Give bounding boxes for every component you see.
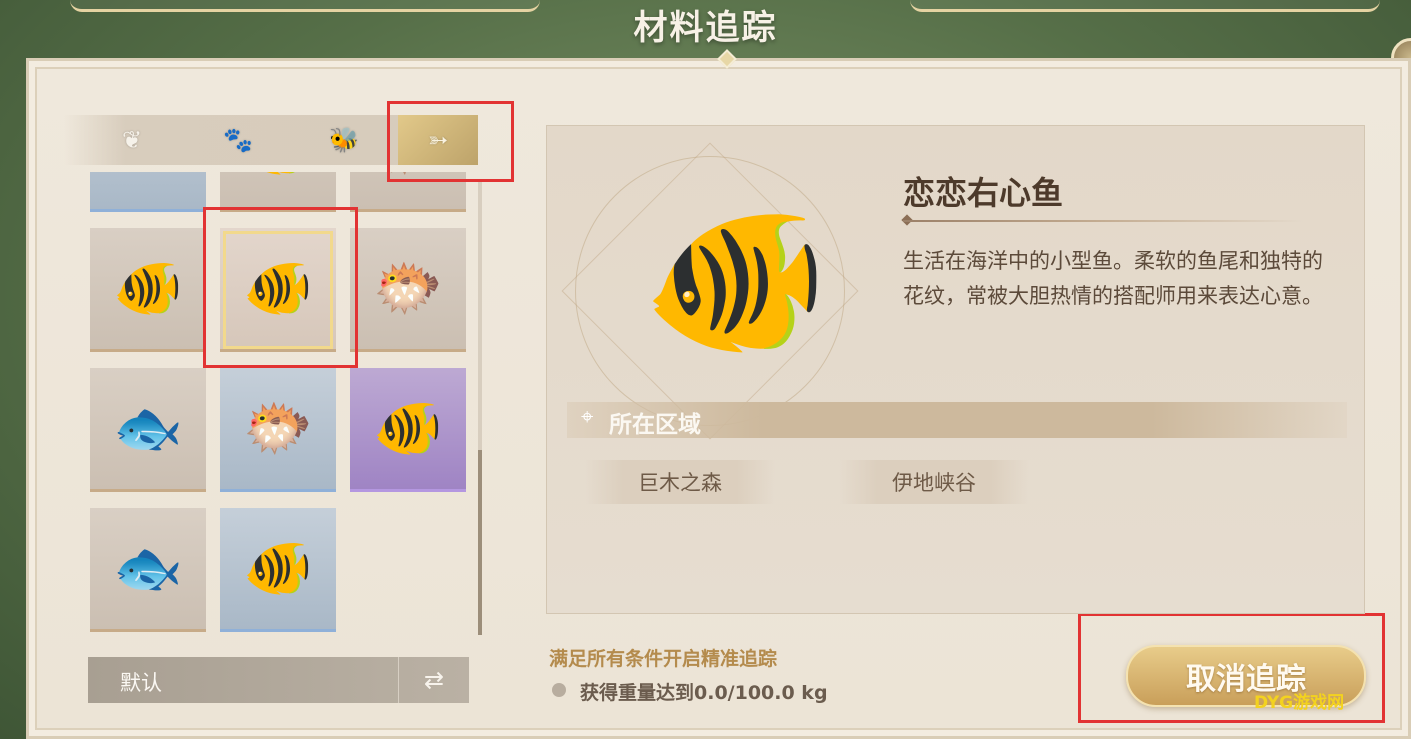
- fish-detail-panel: 🐠 恋恋右心鱼 生活在海洋中的小型鱼。柔软的鱼尾和独特的花纹，常被大胆热情的搭配…: [546, 125, 1365, 614]
- location-pin-icon: ⌖: [581, 405, 594, 430]
- tracking-conditions-title: 满足所有条件开启精准追踪: [549, 648, 778, 670]
- tab-plants[interactable]: ❦: [92, 115, 172, 165]
- fish-cell[interactable]: 🐠: [220, 172, 336, 212]
- fish-cell[interactable]: 🐠: [90, 228, 206, 352]
- paw-icon: 🐾: [223, 126, 253, 154]
- region-header: ⌖ 所在区域: [567, 402, 1347, 438]
- region-chip[interactable]: 巨木之森: [585, 460, 775, 504]
- scrollbar-thumb[interactable]: [478, 450, 482, 635]
- region-chip[interactable]: 伊地峡谷: [839, 460, 1029, 504]
- bee-icon: 🐝: [329, 126, 359, 154]
- fish-thumbnail-icon: 🐡: [243, 395, 313, 461]
- fish-name: 恋恋右心鱼: [903, 174, 1064, 212]
- fish-portrait-icon: 🐠: [642, 194, 829, 368]
- fish-thumbnail-icon: 🐟: [113, 395, 183, 461]
- fish-cell[interactable]: 🐠: [350, 368, 466, 492]
- fish-cell[interactable]: 🐡: [350, 228, 466, 352]
- condition-status-dot: [552, 683, 566, 697]
- grid-scrollbar[interactable]: [478, 180, 482, 635]
- fish-cell[interactable]: 🐠: [220, 508, 336, 632]
- fish-description: 生活在海洋中的小型鱼。柔软的鱼尾和独特的花纹，常被大胆热情的搭配师用来表达心意。: [903, 249, 1323, 308]
- tab-animals[interactable]: 🐾: [198, 115, 278, 165]
- sort-order-toggle[interactable]: ⇄: [398, 657, 469, 703]
- swap-arrows-icon: ⇄: [423, 666, 445, 694]
- fish-thumbnail-icon: 🐠: [243, 172, 313, 177]
- fish-cell[interactable]: 🐡: [220, 368, 336, 492]
- window-title: 材料追踪: [633, 8, 778, 48]
- sort-label: 默认: [120, 671, 162, 695]
- fish-thumbnail-icon: 🐠: [113, 255, 183, 321]
- fish-thumbnail-icon: 🐡: [373, 255, 443, 321]
- leaf-icon: ❦: [121, 126, 143, 154]
- fish-thumbnail-icon: 🐟: [113, 172, 183, 177]
- fish-thumbnail-icon: 🐠: [243, 535, 313, 601]
- highlight-box-selected-fish: [203, 207, 358, 368]
- watermark-text: DYG游戏网: [1254, 693, 1345, 713]
- name-divider: [903, 220, 1303, 222]
- highlight-box-fish-tab: [387, 101, 514, 182]
- fish-thumbnail-icon: 🐠: [373, 395, 443, 461]
- fish-cell[interactable]: 🐟: [90, 172, 206, 212]
- region-title: 所在区域: [609, 412, 701, 438]
- condition-item: 获得重量达到0.0/100.0 kg: [580, 682, 828, 704]
- tab-insects[interactable]: 🐝: [304, 115, 384, 165]
- fish-cell[interactable]: 🐟: [90, 368, 206, 492]
- fish-cell[interactable]: 🐟: [90, 508, 206, 632]
- sort-dropdown[interactable]: 默认 ⇄: [88, 657, 469, 703]
- fish-thumbnail-icon: 🐟: [113, 535, 183, 601]
